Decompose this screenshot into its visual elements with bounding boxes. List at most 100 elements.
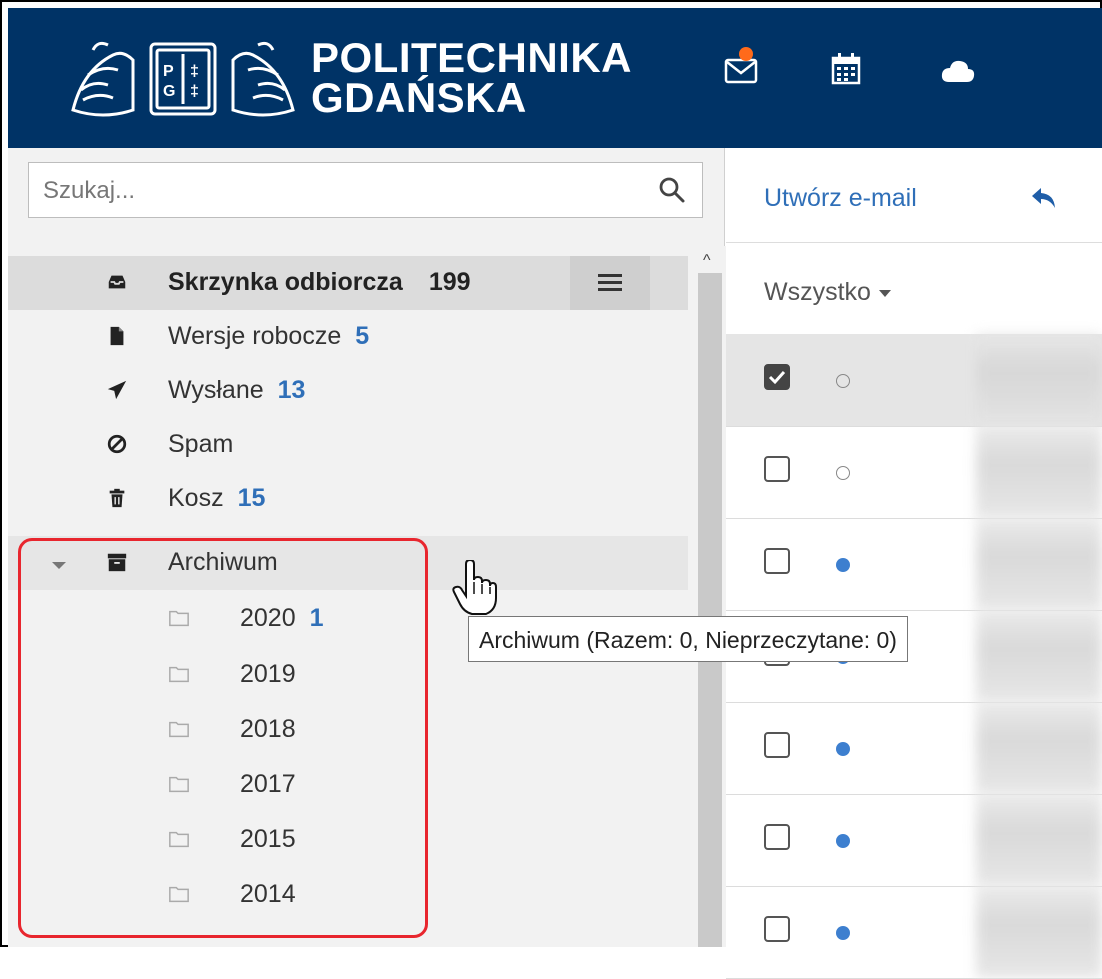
- message-row[interactable]: [726, 426, 1102, 519]
- folder-icon: [169, 721, 189, 738]
- message-preview-blurred: [976, 702, 1102, 794]
- trash-icon: [109, 488, 125, 508]
- folder-count: 5: [355, 322, 370, 350]
- unread-status-icon[interactable]: [836, 926, 850, 940]
- folder-icon: [169, 666, 189, 683]
- reply-icon[interactable]: [1030, 186, 1058, 210]
- folder-sidebar: ^ Skrzynka odbiorcza199 Wersje roboc: [8, 148, 726, 947]
- message-row[interactable]: [726, 518, 1102, 611]
- subfolder-item-2015[interactable]: 2015: [8, 813, 688, 867]
- folder-label: 2019: [240, 660, 296, 689]
- subfolder-item-2017[interactable]: 2017: [8, 758, 688, 812]
- unread-status-icon[interactable]: [836, 742, 850, 756]
- folder-tooltip: Archiwum (Razem: 0, Nieprzeczytane: 0): [468, 616, 908, 662]
- scrollbar-thumb[interactable]: [698, 273, 722, 947]
- subfolder-item-2018[interactable]: 2018: [8, 703, 688, 757]
- message-row[interactable]: [726, 794, 1102, 887]
- read-status-icon[interactable]: [836, 374, 850, 388]
- search-icon[interactable]: [658, 176, 686, 204]
- svg-text:G: G: [163, 83, 175, 100]
- folder-label: 2014: [240, 880, 296, 909]
- calendar-icon[interactable]: [830, 52, 862, 86]
- brand-title: POLITECHNIKA GDAŃSKA: [311, 34, 632, 121]
- svg-text:P: P: [163, 63, 174, 80]
- message-row[interactable]: [726, 702, 1102, 795]
- folder-item-trash[interactable]: Kosz 15: [8, 472, 688, 526]
- archive-icon: [107, 553, 127, 572]
- message-checkbox[interactable]: [764, 824, 790, 850]
- folder-icon: [169, 886, 189, 903]
- filter-label: Wszystko: [764, 278, 871, 306]
- unread-status-icon[interactable]: [836, 558, 850, 572]
- hand-pointer-cursor-icon: [452, 560, 497, 615]
- checkmark-icon: [768, 370, 786, 385]
- folder-name: Archiwum: [168, 548, 278, 576]
- message-row[interactable]: [726, 886, 1102, 979]
- folder-item-drafts[interactable]: Wersje robocze 5: [8, 310, 688, 364]
- message-checkbox[interactable]: [764, 456, 790, 482]
- folder-name: Skrzynka odbiorcza: [168, 268, 403, 296]
- folder-label: Wysłane 13: [168, 376, 305, 405]
- folder-label: 2018: [240, 715, 296, 744]
- folder-item-spam[interactable]: Spam: [8, 418, 688, 472]
- svg-text:‡: ‡: [190, 83, 199, 100]
- folder-name: Spam: [168, 430, 234, 458]
- folder-name: 2017: [240, 770, 296, 798]
- message-preview-blurred: [976, 886, 1102, 978]
- send-icon: [107, 380, 127, 400]
- message-checkbox[interactable]: [764, 548, 790, 574]
- university-crest-logo[interactable]: PG ‡ ‡: [63, 30, 303, 130]
- folder-label: Spam: [168, 430, 233, 459]
- dropdown-caret-icon: [878, 289, 891, 297]
- folder-name: Wersje robocze: [168, 322, 342, 350]
- subfolder-item-2014[interactable]: 2014: [8, 868, 688, 922]
- message-row[interactable]: [726, 334, 1102, 427]
- cloud-icon[interactable]: [940, 58, 976, 84]
- mail-notification-dot: [739, 47, 753, 61]
- folder-name: 2015: [240, 825, 296, 853]
- filter-dropdown[interactable]: Wszystko: [764, 278, 891, 307]
- folder-item-inbox[interactable]: Skrzynka odbiorcza 199: [8, 256, 688, 310]
- folder-icon: [169, 776, 189, 793]
- collapse-caret-icon[interactable]: [52, 562, 66, 569]
- compose-email-link[interactable]: Utwórz e-mail: [764, 184, 917, 213]
- search-box: [28, 162, 703, 218]
- unread-status-icon[interactable]: [836, 834, 850, 848]
- read-status-icon[interactable]: [836, 466, 850, 480]
- folder-menu-button[interactable]: [570, 256, 650, 310]
- file-icon: [110, 326, 124, 346]
- app-header: PG ‡ ‡ POLITECHNIKA GDAŃSKA: [8, 8, 1102, 148]
- folder-label: 2015: [240, 825, 296, 854]
- folder-count: 199: [428, 268, 471, 296]
- ban-icon: [107, 434, 127, 454]
- message-list-panel: Utwórz e-mail Wszystko: [726, 148, 1102, 979]
- message-preview-blurred: [976, 334, 1102, 426]
- folder-label: Skrzynka odbiorcza 199: [168, 268, 471, 297]
- folder-icon: [169, 610, 189, 627]
- folder-name: 2020: [240, 604, 296, 632]
- mail-toolbar: Utwórz e-mail: [726, 148, 1102, 243]
- hamburger-menu-icon: [598, 274, 622, 291]
- folder-count: 13: [277, 376, 306, 404]
- brand-line-2: GDAŃSKA: [311, 74, 527, 121]
- folder-item-archive[interactable]: Archiwum: [8, 536, 688, 590]
- folder-icon: [169, 831, 189, 848]
- folder-name: Kosz: [168, 484, 224, 512]
- message-checkbox[interactable]: [764, 916, 790, 942]
- message-preview-blurred: [976, 518, 1102, 610]
- folder-label: 2020 1: [240, 604, 324, 633]
- brand-line-1: POLITECHNIKA: [311, 34, 632, 81]
- folder-label: Archiwum: [168, 548, 278, 577]
- svg-text:‡: ‡: [190, 63, 199, 80]
- message-preview-blurred: [976, 426, 1102, 518]
- scroll-up-arrow-icon[interactable]: ^: [703, 252, 711, 270]
- folder-count: 15: [237, 484, 266, 512]
- message-checkbox[interactable]: [764, 364, 790, 390]
- folder-name: 2018: [240, 715, 296, 743]
- mail-icon[interactable]: [724, 56, 758, 86]
- message-checkbox[interactable]: [764, 732, 790, 758]
- message-preview-blurred: [976, 610, 1102, 702]
- search-input[interactable]: [41, 175, 645, 207]
- folder-item-sent[interactable]: Wysłane 13: [8, 364, 688, 418]
- folder-label: Wersje robocze 5: [168, 322, 369, 351]
